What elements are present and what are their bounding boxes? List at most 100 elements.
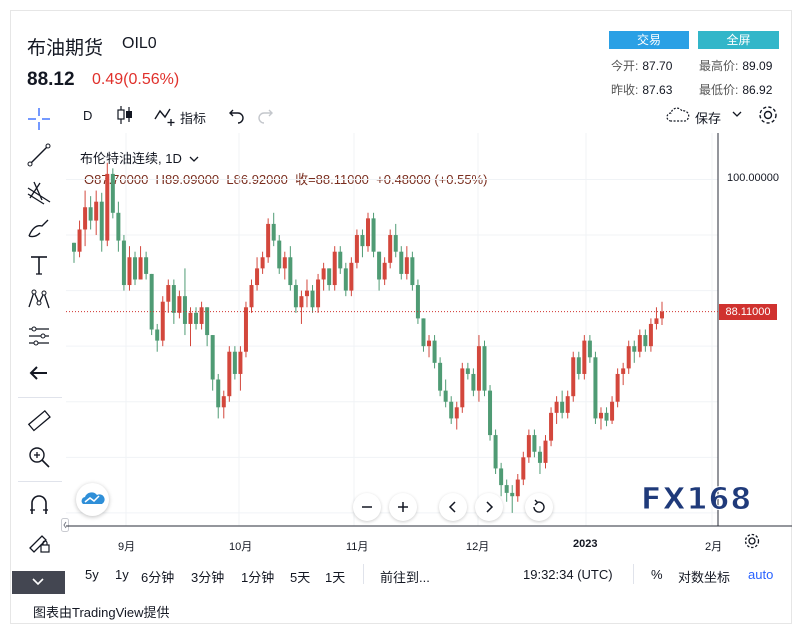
candle <box>266 218 271 263</box>
candle <box>560 390 565 419</box>
bottom-divider <box>633 564 634 584</box>
candle-body <box>116 212 121 241</box>
candle-body <box>549 412 554 441</box>
scroll-left-button[interactable] <box>439 493 467 521</box>
x-tick-label: 10月 <box>229 541 253 553</box>
candle <box>354 229 359 269</box>
percent-scale-toggle[interactable]: % <box>651 567 663 582</box>
range-6min[interactable]: 6分钟 <box>141 567 174 586</box>
candle-body <box>321 268 326 280</box>
candle-body <box>554 401 559 413</box>
candle <box>604 407 609 427</box>
candle <box>360 229 365 258</box>
auto-scale-toggle[interactable]: auto <box>748 567 773 582</box>
reset-chart-button[interactable] <box>525 493 553 521</box>
candle <box>349 257 354 297</box>
reset-icon <box>533 499 545 513</box>
candle-body <box>255 268 260 286</box>
candle <box>654 307 659 330</box>
candle-body <box>598 412 603 419</box>
candle <box>515 473 520 502</box>
candle-body <box>366 218 370 247</box>
candle <box>116 201 121 252</box>
candle <box>83 190 88 247</box>
candle-body <box>121 240 126 286</box>
chevron-left-icon <box>448 501 456 513</box>
candle <box>598 407 603 430</box>
tradingview-logo-icon <box>81 492 105 504</box>
candle <box>521 451 526 486</box>
candle <box>615 368 620 408</box>
candle <box>299 290 304 324</box>
candle <box>637 329 642 358</box>
candle-body <box>615 373 620 402</box>
range-1min[interactable]: 1分钟 <box>241 567 274 586</box>
candle-body <box>338 251 343 269</box>
candle <box>621 362 626 386</box>
candle-body <box>310 290 315 308</box>
candle-body <box>277 240 282 269</box>
candle <box>271 212 276 247</box>
candle-body <box>232 351 237 374</box>
y-tick-label: 100.00000 <box>727 172 779 185</box>
range-5d[interactable]: 5天 <box>290 567 310 586</box>
candle <box>166 279 171 313</box>
candle <box>227 346 232 402</box>
range-1d[interactable]: 1天 <box>325 567 345 586</box>
candle-body <box>332 251 337 286</box>
candle <box>643 329 648 352</box>
candle <box>532 429 537 458</box>
candle <box>110 168 115 219</box>
candle-body <box>133 257 138 280</box>
candle <box>321 262 326 291</box>
chevron-right-icon <box>486 501 494 513</box>
range-3min[interactable]: 3分钟 <box>191 567 224 586</box>
tradingview-logo-button[interactable] <box>76 483 109 516</box>
candle-body <box>626 346 631 369</box>
candle-body <box>637 335 642 352</box>
candle-body <box>382 262 387 280</box>
candle <box>582 335 587 380</box>
chevron-down-icon[interactable] <box>30 574 46 590</box>
candle-body <box>582 340 587 374</box>
candle <box>399 246 404 280</box>
candle <box>94 190 99 236</box>
candle <box>610 396 615 424</box>
candle <box>188 307 193 347</box>
candle-body <box>110 173 115 213</box>
candle-body <box>643 335 648 347</box>
candle <box>144 251 149 280</box>
candle-body <box>94 201 99 221</box>
range-5y[interactable]: 5y <box>85 567 99 582</box>
candle <box>304 279 309 308</box>
candle <box>504 479 509 502</box>
scroll-right-button[interactable] <box>475 493 503 521</box>
candle-body <box>171 285 176 313</box>
candle-body <box>449 401 454 419</box>
candle <box>177 290 182 319</box>
candle <box>388 229 393 269</box>
range-1y[interactable]: 1y <box>115 567 129 582</box>
goto-date-button[interactable]: 前往到... <box>380 567 430 586</box>
candle-body <box>632 346 637 352</box>
candle <box>99 192 104 252</box>
zoom-out-button[interactable] <box>353 493 381 521</box>
log-scale-toggle[interactable]: 对数坐标 <box>678 567 730 586</box>
candle-body <box>388 235 393 263</box>
candle <box>205 307 210 347</box>
candlestick-chart[interactable] <box>0 0 802 560</box>
candle-body <box>149 273 154 330</box>
tradingview-credit[interactable]: 图表由TradingView提供 <box>33 602 170 621</box>
candle-body <box>488 390 493 436</box>
candle-body <box>510 492 515 497</box>
candle-body <box>587 340 592 358</box>
utc-time[interactable]: 19:32:34 (UTC) <box>523 567 613 582</box>
zoom-in-button[interactable] <box>389 493 417 521</box>
candle <box>410 251 415 291</box>
axis-settings-gear-icon[interactable] <box>743 532 761 550</box>
candle <box>454 401 459 430</box>
candle <box>182 268 187 336</box>
candle-body <box>88 207 93 221</box>
candle-body <box>83 207 88 230</box>
candle <box>449 396 454 424</box>
